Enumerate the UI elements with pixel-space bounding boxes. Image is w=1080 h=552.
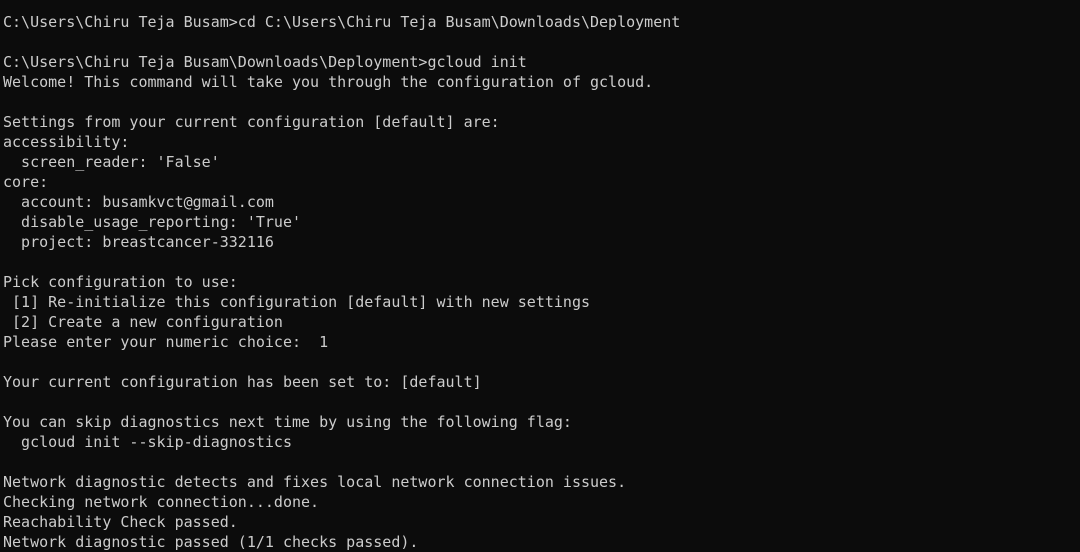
terminal-line-project: project: breastcancer-332116 [3,233,274,251]
terminal-line-accessibility: accessibility: [3,133,130,151]
terminal-line-network-diagnostic-info: Network diagnostic detects and fixes loc… [3,473,627,491]
terminal-line-welcome: Welcome! This command will take you thro… [3,73,654,91]
terminal-line-reachability-check: Reachability Check passed. [3,513,238,531]
terminal-line-settings-header: Settings from your current configuration… [3,113,500,131]
terminal-line-disable-usage-reporting: disable_usage_reporting: 'True' [3,213,302,231]
terminal-line-network-diagnostic-passed: Network diagnostic passed (1/1 checks pa… [3,533,419,551]
terminal-line-pick-configuration: Pick configuration to use: [3,273,238,291]
terminal-line-skip-diagnostics-flag: gcloud init --skip-diagnostics [3,433,292,451]
terminal-line-screen-reader: screen_reader: 'False' [3,153,220,171]
terminal-line-cd-command: C:\Users\Chiru Teja Busam>cd C:\Users\Ch… [3,13,681,31]
terminal-line-option-1: [1] Re-initialize this configuration [de… [3,293,590,311]
terminal-line-skip-diagnostics-hint: You can skip diagnostics next time by us… [3,413,572,431]
terminal-window[interactable]: C:\Users\Chiru Teja Busam>cd C:\Users\Ch… [0,0,1080,552]
terminal-line-core: core: [3,173,49,191]
terminal-line-checking-network: Checking network connection...done. [3,493,320,511]
terminal-line-gcloud-init-command: C:\Users\Chiru Teja Busam\Downloads\Depl… [3,53,527,71]
terminal-line-option-2: [2] Create a new configuration [3,313,283,331]
terminal-line-numeric-choice: Please enter your numeric choice: 1 [3,333,329,351]
terminal-line-configuration-set: Your current configuration has been set … [3,373,482,391]
terminal-line-account: account: busamkvct@gmail.com [3,193,274,211]
